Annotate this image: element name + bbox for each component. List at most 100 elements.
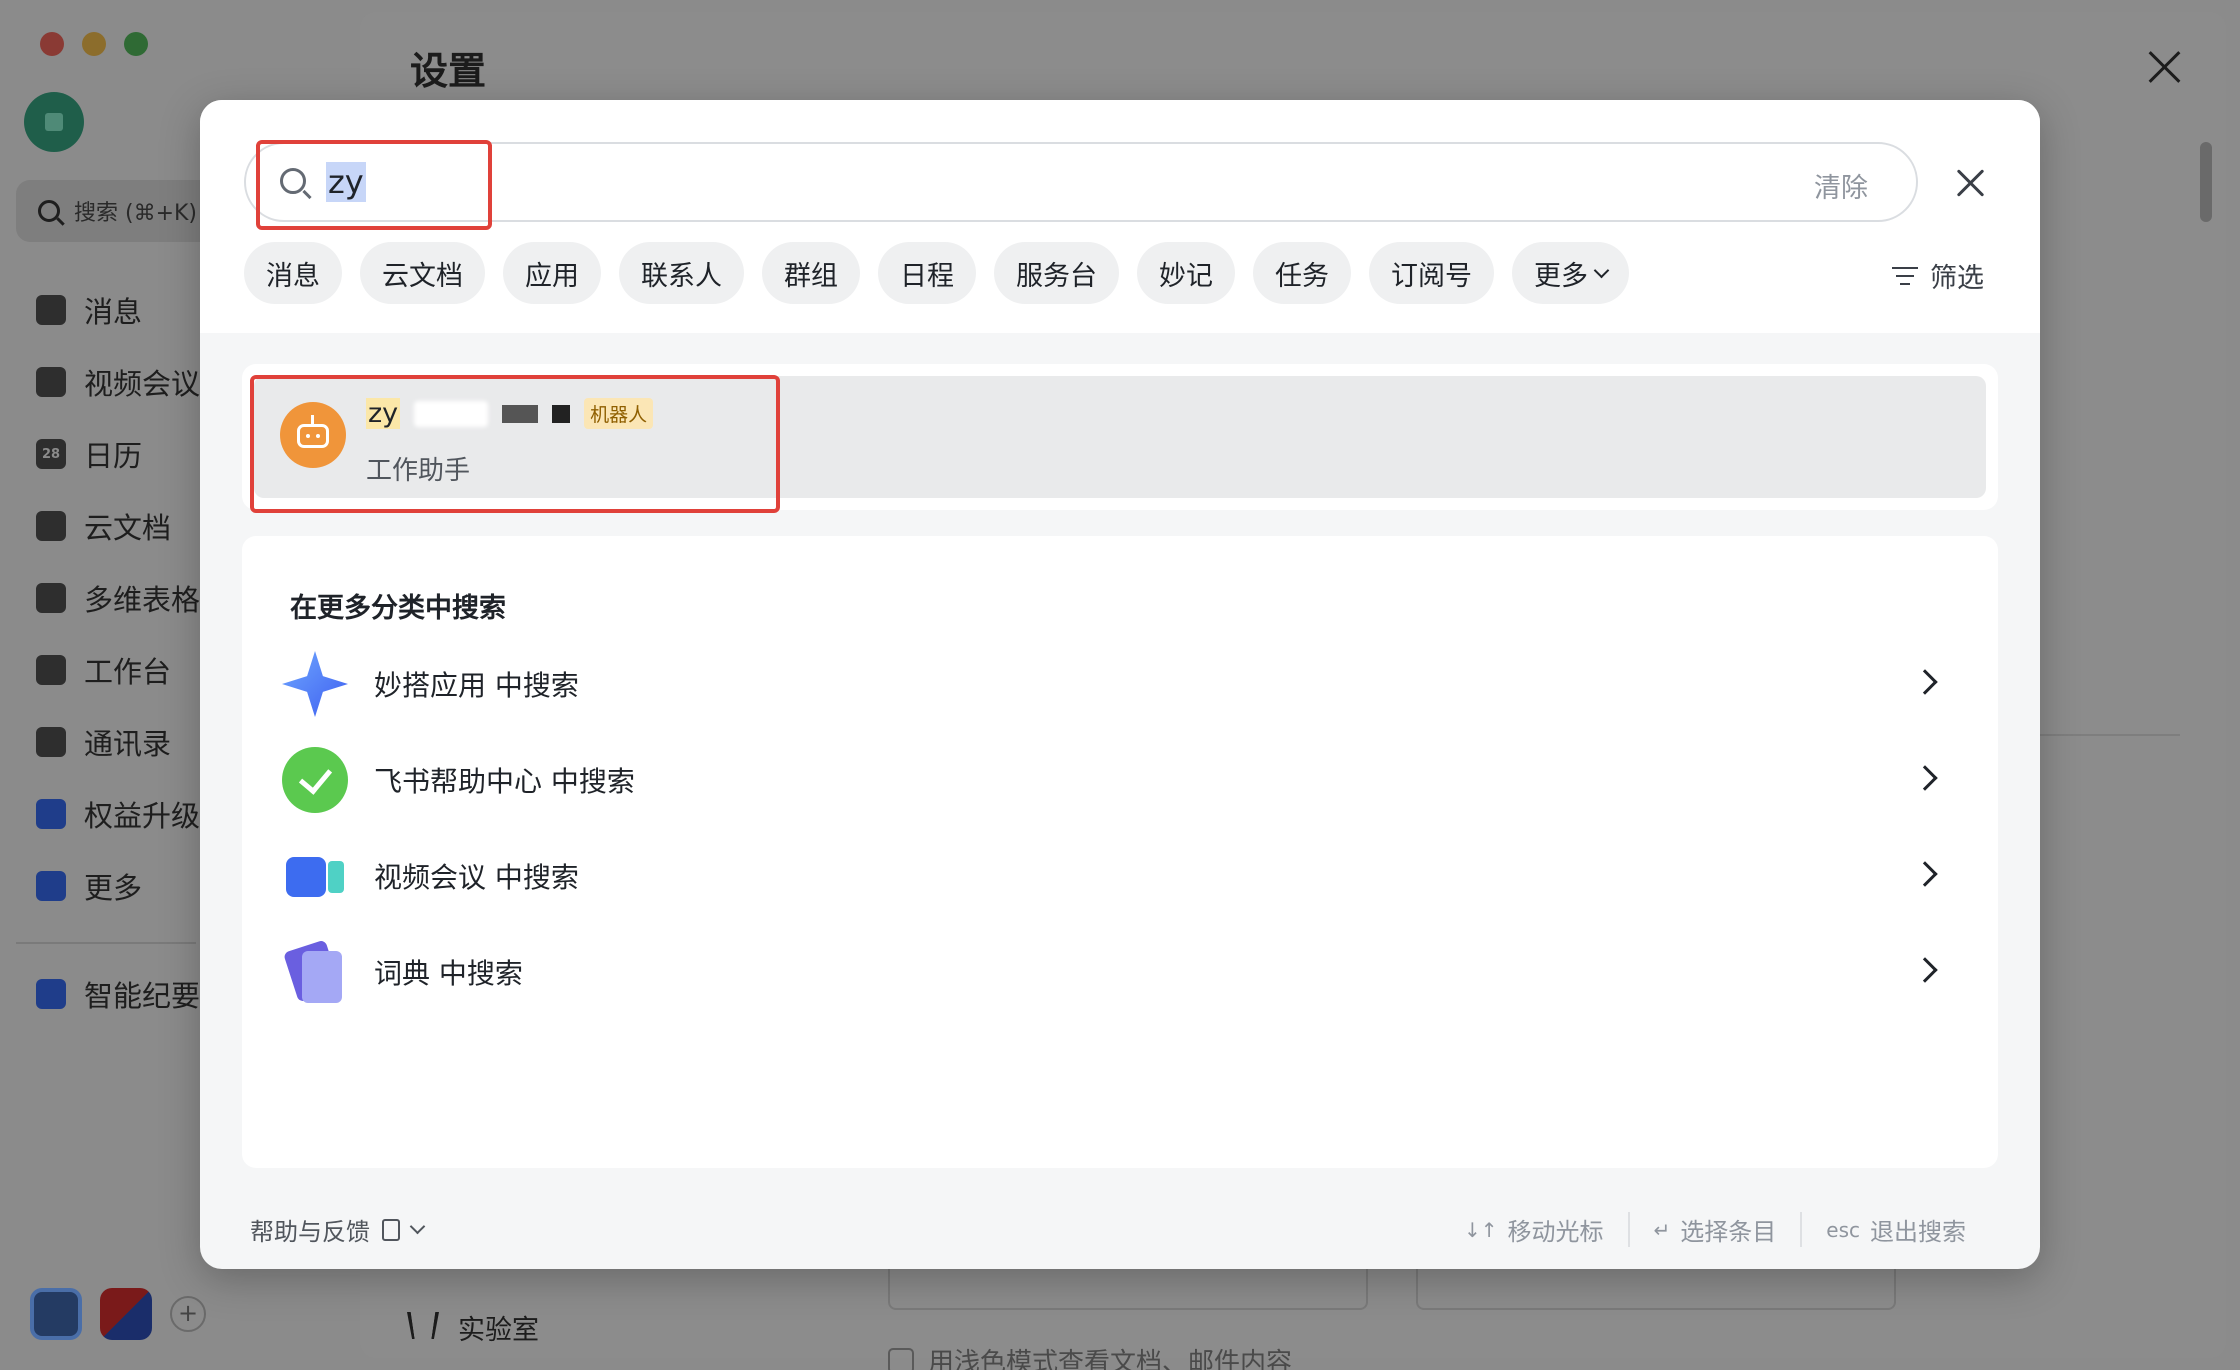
redacted-block [502, 404, 539, 423]
tab-contacts[interactable]: 联系人 [619, 242, 744, 304]
app-shortcut-icon[interactable] [100, 1288, 152, 1340]
chevron-right-icon [1912, 669, 1938, 695]
tab-messages[interactable]: 消息 [244, 242, 342, 304]
redacted-text [414, 400, 489, 427]
tab-tasks[interactable]: 任务 [1253, 242, 1351, 304]
robot-icon [280, 402, 346, 468]
search-input[interactable]: zy 清除 [244, 142, 1918, 222]
chat-icon [36, 295, 66, 325]
search-in-dictionary[interactable]: 词典 中搜索 [282, 924, 1972, 1020]
filter-button[interactable]: 筛选 [1892, 256, 1984, 295]
sidebar-item-label: 日历 [84, 439, 143, 473]
hint-label: 选择条目 [1680, 1218, 1777, 1246]
sidebar-item-lab[interactable]: 实验室 [407, 1308, 539, 1347]
light-mode-docs-label: 用浅色模式查看文档、邮件内容 [928, 1348, 1293, 1370]
result-description: 工作助手 [366, 456, 471, 486]
window-controls [40, 32, 148, 56]
chevron-down-icon [1593, 262, 1610, 278]
hint-label: 移动光标 [1507, 1218, 1604, 1246]
sidebar-item-label: 更多 [84, 871, 143, 905]
close-icon[interactable] [2148, 50, 2182, 84]
tab-subscriptions[interactable]: 订阅号 [1369, 242, 1494, 304]
filter-label: 筛选 [1930, 263, 1984, 294]
sidebar-item-messages[interactable]: 消息 [36, 274, 216, 346]
sidebar-item-label: 工作台 [84, 655, 172, 689]
dictionary-icon [282, 939, 348, 1005]
tab-more-label: 更多 [1534, 260, 1588, 292]
result-item-bot[interactable]: zy 机器人 工作助手 [254, 376, 1986, 498]
hint-label: 退出搜索 [1870, 1218, 1966, 1246]
video-meeting-icon [282, 843, 348, 909]
sidebar-item-docs[interactable]: 云文档 [36, 490, 216, 562]
app-shortcut-icon[interactable] [30, 1288, 82, 1340]
result-name: zy [366, 398, 401, 429]
sidebar-divider [16, 942, 196, 944]
search-icon [280, 168, 306, 194]
help-feedback-button[interactable]: 帮助与反馈 [250, 1212, 426, 1247]
sidebar-item-contacts[interactable]: 通讯录 [36, 706, 216, 778]
chevron-right-icon [1912, 861, 1938, 887]
settings-title: 设置 [410, 49, 487, 93]
sidebar-search-box[interactable]: 搜索 (⌘+K) [16, 180, 216, 242]
more-item-label: 飞书帮助中心 中搜索 [374, 765, 635, 798]
base-icon [36, 583, 66, 613]
more-item-label: 妙搭应用 中搜索 [374, 669, 579, 702]
sidebar-item-calendar[interactable]: 28 日历 [36, 418, 216, 490]
contacts-icon [36, 727, 66, 757]
tab-more[interactable]: 更多 [1512, 242, 1629, 304]
search-icon [38, 200, 60, 222]
user-avatar[interactable] [24, 92, 84, 152]
tab-helpdesk[interactable]: 服务台 [994, 242, 1119, 304]
search-in-video-meeting[interactable]: 视频会议 中搜索 [282, 828, 1972, 924]
help-feedback-label: 帮助与反馈 [250, 1218, 370, 1246]
result-title: zy 机器人 [366, 398, 654, 429]
workplace-icon [36, 655, 66, 685]
sidebar-search-label: 搜索 (⌘+K) [74, 201, 198, 226]
category-tabs: 消息 云文档 应用 联系人 群组 日程 服务台 妙记 任务 订阅号 更多 [244, 242, 1629, 304]
top-result-card: zy 机器人 工作助手 [242, 364, 1998, 510]
tab-calendar[interactable]: 日程 [878, 242, 976, 304]
sidebar-item-label: 消息 [84, 295, 143, 329]
settings-scrollbar[interactable] [2200, 142, 2212, 222]
tab-groups[interactable]: 群组 [762, 242, 860, 304]
redacted-block [552, 404, 571, 423]
filter-icon [1892, 265, 1918, 287]
sidebar-item-upgrade[interactable]: 权益升级 [36, 778, 216, 850]
more-item-label: 视频会议 中搜索 [374, 861, 579, 894]
help-center-icon [282, 747, 348, 813]
sidebar-item-label: 智能纪要 [84, 979, 201, 1013]
tab-minutes[interactable]: 妙记 [1137, 242, 1235, 304]
add-shortcut-button[interactable]: + [170, 1296, 206, 1332]
calendar-icon: 28 [36, 439, 66, 469]
updown-key-icon: ↓↑ [1463, 1217, 1498, 1242]
zoom-window-button[interactable] [124, 32, 148, 56]
docs-icon [36, 511, 66, 541]
tab-docs[interactable]: 云文档 [360, 242, 485, 304]
light-mode-docs-option[interactable]: 用浅色模式查看文档、邮件内容 [888, 1342, 1292, 1370]
close-icon[interactable] [1956, 168, 1986, 198]
search-in-help-center[interactable]: 飞书帮助中心 中搜索 [282, 732, 1972, 828]
sidebar-item-more[interactable]: 更多 [36, 850, 216, 922]
search-header: zy 清除 消息 云文档 应用 联系人 群组 日程 服务台 妙记 任务 订阅号 … [200, 100, 2040, 333]
clear-button[interactable]: 清除 [1814, 166, 1868, 205]
sidebar-item-label: 云文档 [84, 511, 172, 545]
video-icon [36, 367, 66, 397]
miaoda-app-icon [282, 651, 348, 717]
minimize-window-button[interactable] [82, 32, 106, 56]
sidebar-item-smart-notes[interactable]: 智能纪要 [36, 958, 216, 1030]
sidebar-item-base[interactable]: 多维表格 [36, 562, 216, 634]
bot-badge: 机器人 [584, 398, 654, 429]
sidebar-item-label: 多维表格 [84, 583, 201, 617]
chevron-down-icon [409, 1218, 426, 1235]
hint-exit-search: esc 退出搜索 [1800, 1212, 1990, 1247]
search-query[interactable]: zy [326, 162, 366, 202]
sidebar-item-workplace[interactable]: 工作台 [36, 634, 216, 706]
close-window-button[interactable] [40, 32, 64, 56]
document-icon [382, 1218, 400, 1241]
checkbox[interactable] [888, 1347, 914, 1370]
tab-apps[interactable]: 应用 [503, 242, 601, 304]
search-in-miaoda[interactable]: 妙搭应用 中搜索 [282, 636, 1972, 732]
sidebar-item-video-meeting[interactable]: 视频会议 [36, 346, 216, 418]
sidebar-dock: + [30, 1288, 206, 1340]
sidebar-item-label: 通讯录 [84, 727, 172, 761]
